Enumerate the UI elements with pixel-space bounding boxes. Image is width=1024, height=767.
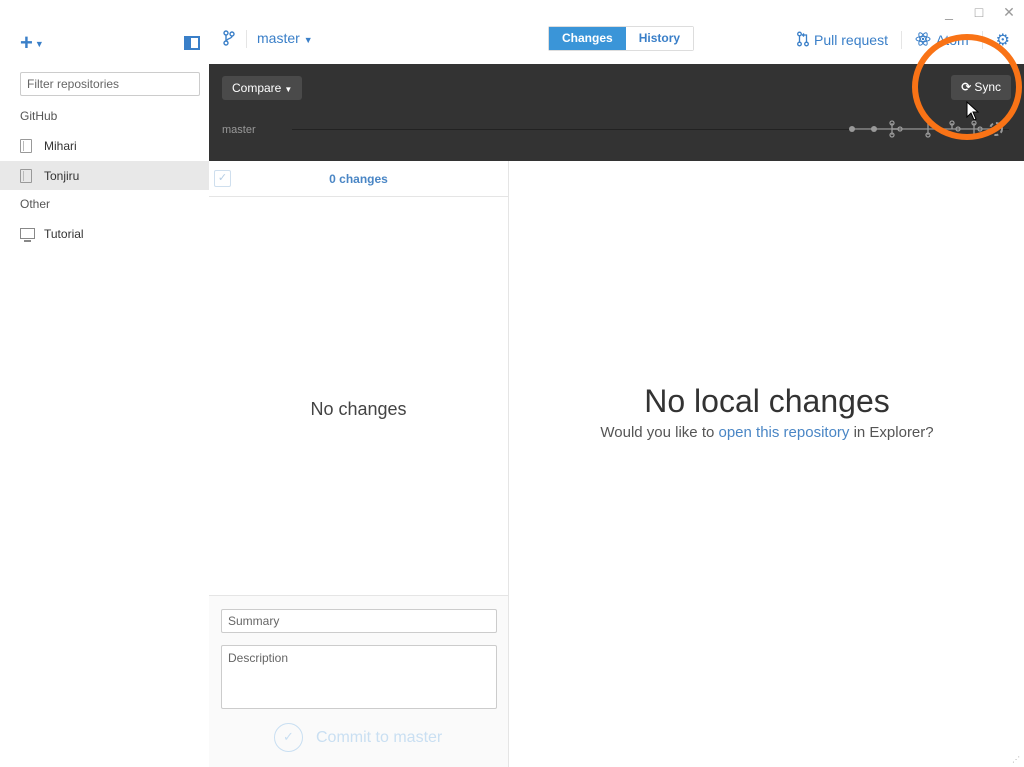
sidebar-item-tutorial[interactable]: Tutorial xyxy=(0,219,209,248)
filter-repositories-input[interactable] xyxy=(20,72,200,96)
top-bar: master ▼ Changes History Pull request At… xyxy=(209,0,1024,64)
toggle-sidebar-icon[interactable] xyxy=(184,36,200,50)
pull-request-button[interactable]: Pull request xyxy=(797,31,888,50)
branch-name: master xyxy=(257,30,300,46)
caret-down-icon: ▼ xyxy=(34,39,44,50)
compare-bar: Compare ▼ ⟳ Sync master xyxy=(209,64,1024,161)
commit-form: ✓ Commit to master xyxy=(209,595,508,767)
atom-icon xyxy=(915,31,931,50)
repo-icon xyxy=(20,168,32,183)
add-repository-button[interactable]: + ▼ xyxy=(20,30,44,55)
commit-dot xyxy=(849,126,855,132)
empty-changes-label: No changes xyxy=(310,399,407,419)
caret-down-icon: ▼ xyxy=(303,35,313,45)
sync-label: Sync xyxy=(974,80,1001,94)
check-icon: ✓ xyxy=(274,723,303,752)
divider xyxy=(246,30,247,48)
summary-input[interactable] xyxy=(221,609,497,633)
open-in-atom-button[interactable]: Atom xyxy=(915,31,969,50)
changes-panel: ✓ 0 changes No changes ✓ Commit to maste… xyxy=(209,161,509,767)
subtitle-text-before: Would you like to xyxy=(600,424,719,441)
resize-grip-icon[interactable]: ⋰ xyxy=(1012,755,1022,765)
changes-count: 0 changes xyxy=(329,172,388,186)
sync-icon: ⟳ xyxy=(961,80,972,94)
timeline-branch-label: master xyxy=(222,124,256,136)
pull-request-icon xyxy=(797,31,809,50)
sync-button[interactable]: ⟳ Sync xyxy=(951,75,1011,100)
repo-icon xyxy=(20,138,32,153)
branch-selector[interactable]: master ▼ xyxy=(257,30,313,46)
compare-label: Compare xyxy=(232,81,282,95)
tab-history[interactable]: History xyxy=(625,27,694,50)
gear-icon[interactable]: ⚙ xyxy=(996,30,1010,50)
repo-label: Tonjiru xyxy=(44,168,80,183)
compare-button[interactable]: Compare ▼ xyxy=(222,76,303,100)
changes-header: ✓ 0 changes xyxy=(209,161,508,197)
commit-label: Commit to master xyxy=(316,728,443,746)
sidebar-item-tonjiru[interactable]: Tonjiru xyxy=(0,161,209,190)
computer-icon xyxy=(20,228,35,242)
empty-state-title: No local changes xyxy=(644,383,890,419)
merge-commit xyxy=(971,120,983,135)
top-bar-actions: Pull request Atom ⚙ xyxy=(797,30,1024,50)
open-repository-link[interactable]: open this repository xyxy=(719,424,850,441)
atom-label: Atom xyxy=(935,32,969,48)
branch-icon xyxy=(223,30,235,49)
subtitle-text-after: in Explorer? xyxy=(849,424,934,441)
sidebar-item-mihari[interactable]: Mihari xyxy=(0,131,209,160)
pull-request-label: Pull request xyxy=(814,32,888,48)
group-label-other: Other xyxy=(20,197,51,211)
commit-dot xyxy=(871,126,877,132)
empty-state-subtitle: Would you like to open this repository i… xyxy=(510,424,1024,441)
group-label-github: GitHub xyxy=(20,109,58,123)
commit-button[interactable]: ✓ Commit to master xyxy=(274,723,442,752)
tab-changes[interactable]: Changes xyxy=(549,27,626,50)
sidebar: +▼ GitHub Mihari Tonjiru Other Tutorial xyxy=(0,0,209,767)
divider xyxy=(981,31,983,49)
sidebar-toolbar: + ▼ xyxy=(20,30,200,55)
divider xyxy=(900,31,902,49)
repo-label: Mihari xyxy=(44,138,77,153)
repo-label: Tutorial xyxy=(44,226,84,241)
main-content: No local changes Would you like to open … xyxy=(510,161,1024,767)
description-input[interactable] xyxy=(221,645,497,709)
commit-graph[interactable] xyxy=(846,116,1006,142)
plus-icon: + xyxy=(20,30,33,55)
caret-down-icon: ▼ xyxy=(284,85,293,94)
view-tabs: Changes History xyxy=(548,26,695,51)
